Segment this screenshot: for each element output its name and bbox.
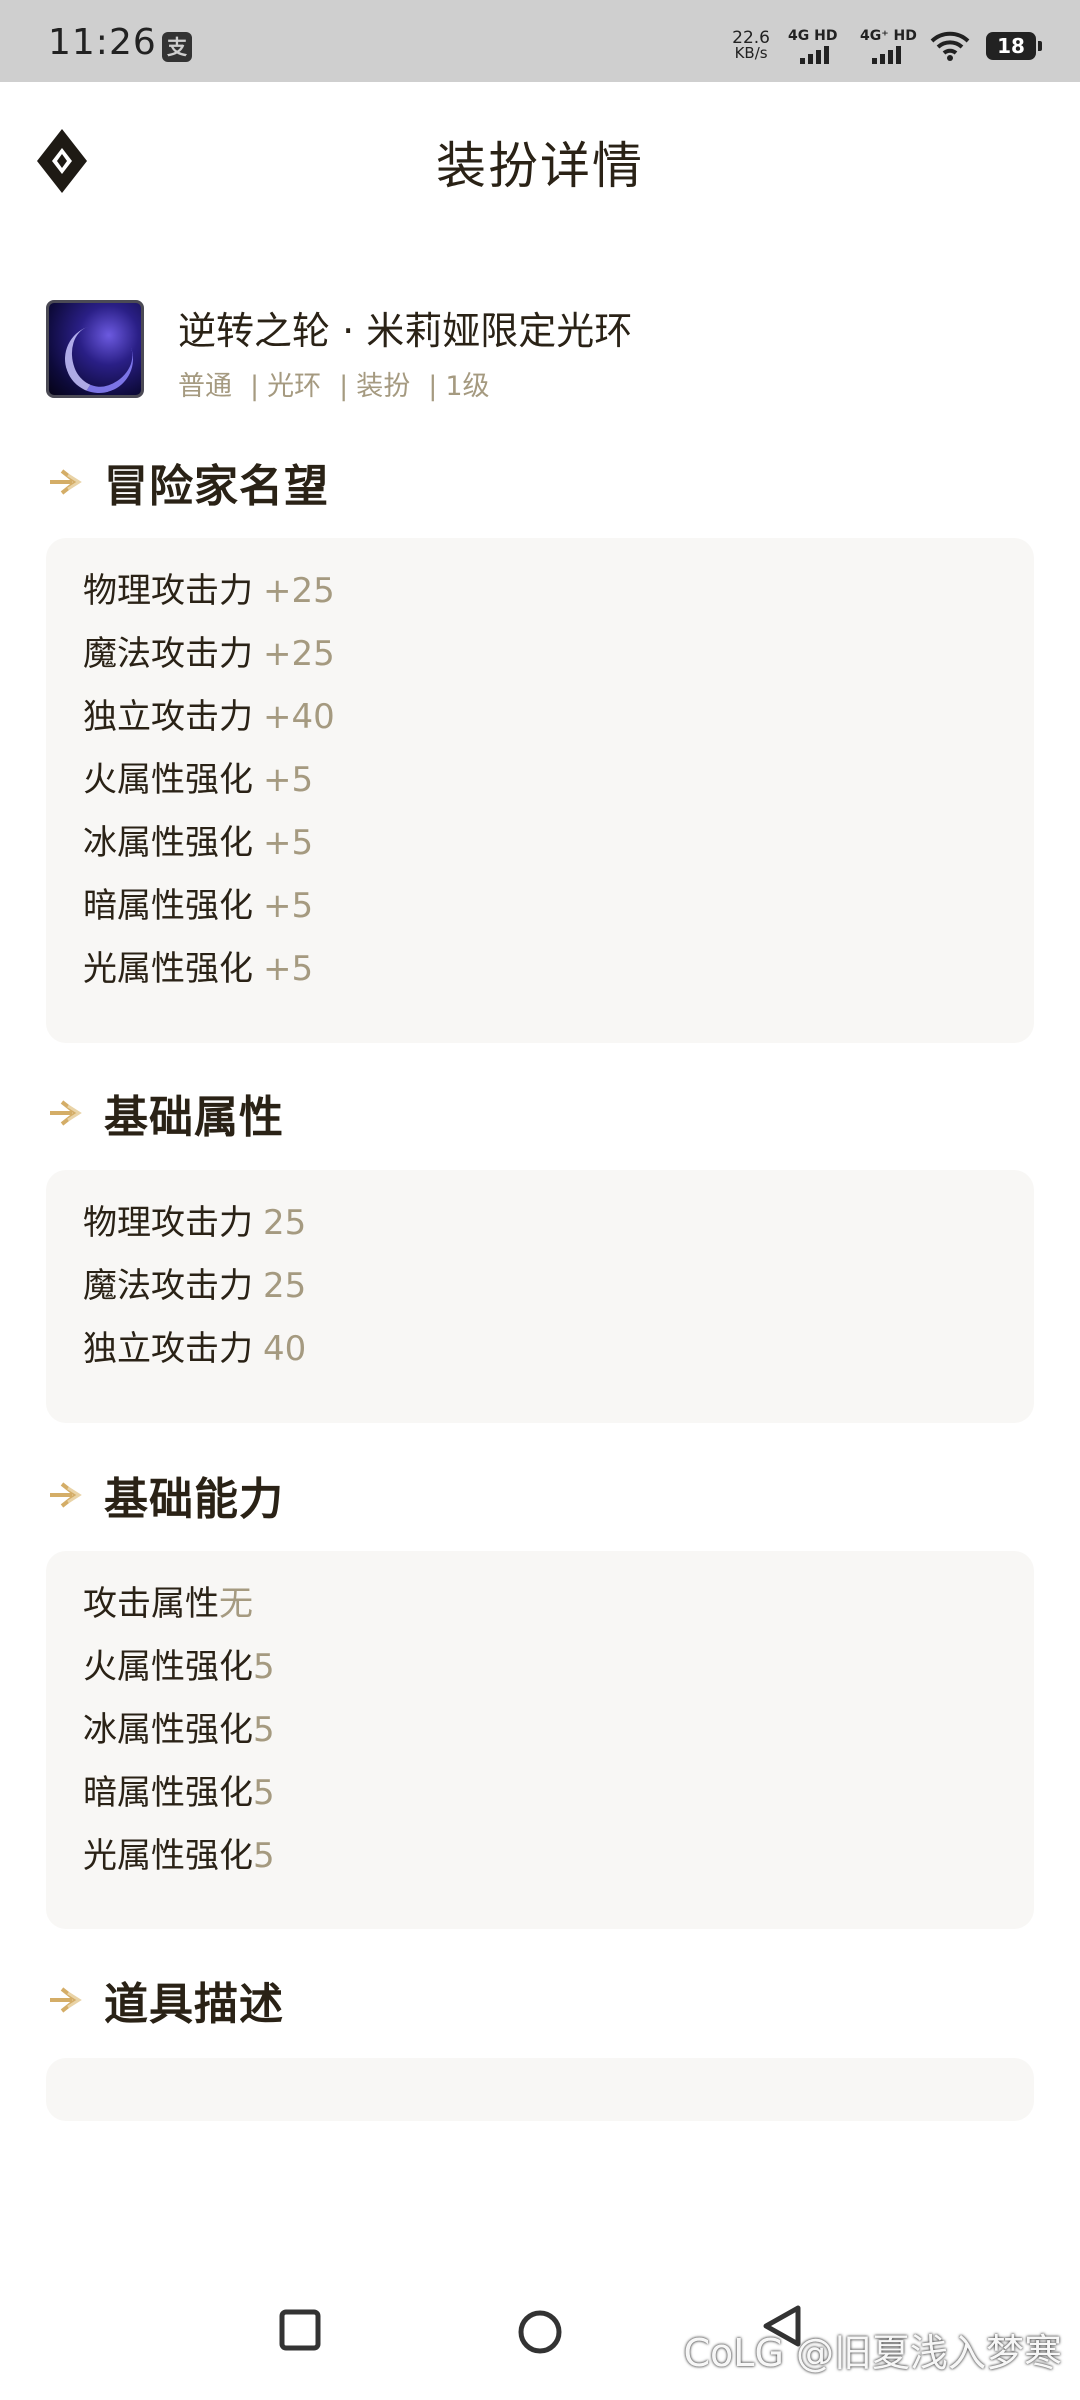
item-header: 逆转之轮 · 米莉娅限定光环 普通 光环 装扮 1级 bbox=[46, 300, 1036, 404]
item-tag-level: 1级 bbox=[410, 364, 489, 403]
stat-value: 5 bbox=[253, 1710, 275, 1750]
arrow-right-icon bbox=[50, 1100, 82, 1126]
stat-row: 火属性强化5 bbox=[83, 1636, 997, 1699]
stat-value: 40 bbox=[263, 1329, 307, 1369]
sim2-label: 4G⁺ HD bbox=[860, 28, 917, 44]
stat-value: +25 bbox=[263, 571, 335, 611]
stat-row: 暗属性强化 +5 bbox=[83, 875, 997, 938]
section-title: 冒险家名望 bbox=[104, 461, 329, 512]
status-indicators: 22.6 KB/s 4G HD 4G⁺ HD 18 bbox=[732, 26, 1042, 66]
arrow-right-icon bbox=[50, 1482, 82, 1508]
stat-name: 独立攻击力 bbox=[83, 1329, 253, 1369]
section-header-adventurer-fame: 冒险家名望 bbox=[46, 452, 329, 512]
watermark: CoLG @旧夏浅入梦寒 bbox=[683, 2331, 1062, 2375]
stat-row: 光属性强化 +5 bbox=[83, 938, 997, 1001]
stat-row: 魔法攻击力 +25 bbox=[83, 623, 997, 686]
item-tag-rarity: 普通 bbox=[178, 371, 232, 402]
stats-card-base-attributes: 物理攻击力 25 魔法攻击力 25 独立攻击力 40 bbox=[46, 1170, 1034, 1423]
stat-name: 物理攻击力 bbox=[83, 571, 253, 611]
item-thumbnail-image bbox=[46, 300, 144, 398]
stat-row: 火属性强化 +5 bbox=[83, 749, 997, 812]
section-header-base-abilities: 基础能力 bbox=[46, 1465, 284, 1525]
item-tags: 普通 光环 装扮 1级 bbox=[178, 364, 490, 403]
stat-value: +40 bbox=[263, 697, 335, 737]
stat-name: 冰属性强化 bbox=[83, 823, 253, 863]
section-title: 基础能力 bbox=[104, 1474, 284, 1525]
item-tag-type: 光环 bbox=[232, 364, 321, 403]
stat-value: 5 bbox=[253, 1836, 275, 1876]
stat-name: 冰属性强化 bbox=[83, 1710, 253, 1750]
status-bar: 11:26 支 22.6 KB/s 4G HD 4G⁺ HD 18 bbox=[0, 0, 1080, 82]
stat-row: 暗属性强化5 bbox=[83, 1762, 997, 1825]
wifi-icon bbox=[930, 31, 970, 61]
stat-name: 独立攻击力 bbox=[83, 697, 253, 737]
battery-level: 18 bbox=[997, 34, 1025, 58]
stat-name: 火属性强化 bbox=[83, 760, 253, 800]
battery-icon: 18 bbox=[986, 32, 1042, 60]
section-title: 道具描述 bbox=[104, 1979, 284, 2030]
stat-row: 魔法攻击力 25 bbox=[83, 1255, 997, 1318]
section-header-item-description: 道具描述 bbox=[46, 1970, 284, 2030]
status-time: 11:26 bbox=[48, 22, 157, 63]
alipay-notification-icon: 支 bbox=[162, 32, 192, 62]
stat-row: 光属性强化5 bbox=[83, 1825, 997, 1888]
app-header: 装扮详情 bbox=[0, 82, 1080, 232]
stat-row: 独立攻击力 +40 bbox=[83, 686, 997, 749]
stat-value: +5 bbox=[263, 823, 314, 863]
recent-apps-square-icon[interactable] bbox=[278, 2308, 322, 2352]
arrow-right-icon bbox=[50, 469, 82, 495]
stat-row: 独立攻击力 40 bbox=[83, 1318, 997, 1381]
stat-name: 暗属性强化 bbox=[83, 1773, 253, 1813]
item-name: 逆转之轮 · 米莉娅限定光环 bbox=[178, 309, 633, 353]
item-tag-category: 装扮 bbox=[321, 364, 410, 403]
stat-name: 魔法攻击力 bbox=[83, 1266, 253, 1306]
stat-row: 物理攻击力 +25 bbox=[83, 560, 997, 623]
stat-name: 暗属性强化 bbox=[83, 886, 253, 926]
home-circle-icon[interactable] bbox=[516, 2308, 564, 2356]
stat-name: 魔法攻击力 bbox=[83, 634, 253, 674]
stat-name: 火属性强化 bbox=[83, 1647, 253, 1687]
section-header-base-attributes: 基础属性 bbox=[46, 1083, 284, 1143]
network-speed-unit: KB/s bbox=[734, 44, 768, 62]
stat-value: +25 bbox=[263, 634, 335, 674]
network-speed: 22.6 KB/s bbox=[732, 30, 770, 62]
sim2-signal-icon: 4G⁺ HD bbox=[858, 28, 917, 64]
stat-row: 冰属性强化 +5 bbox=[83, 812, 997, 875]
stat-value: +5 bbox=[263, 760, 314, 800]
sim1-signal-icon: 4G HD bbox=[786, 28, 842, 64]
stat-value: 5 bbox=[253, 1773, 275, 1813]
stat-value: 25 bbox=[263, 1266, 307, 1306]
stat-value: +5 bbox=[263, 886, 314, 926]
stat-name: 光属性强化 bbox=[83, 949, 253, 989]
stat-name: 光属性强化 bbox=[83, 1836, 253, 1876]
stats-card-adventurer-fame: 物理攻击力 +25 魔法攻击力 +25 独立攻击力 +40 火属性强化 +5 冰属性强化… bbox=[46, 538, 1034, 1043]
page-title: 装扮详情 bbox=[436, 137, 644, 195]
section-title: 基础属性 bbox=[104, 1092, 284, 1143]
stat-value: +5 bbox=[263, 949, 314, 989]
arrow-right-icon bbox=[50, 1987, 82, 2013]
stat-value: 无 bbox=[219, 1584, 253, 1624]
stat-name: 攻击属性 bbox=[83, 1584, 219, 1624]
stat-value: 5 bbox=[253, 1647, 275, 1687]
item-description-card bbox=[46, 2058, 1034, 2121]
stat-row: 冰属性强化5 bbox=[83, 1699, 997, 1762]
stat-name: 物理攻击力 bbox=[83, 1203, 253, 1243]
stat-row: 物理攻击力 25 bbox=[83, 1192, 997, 1255]
sim1-label: 4G HD bbox=[788, 28, 838, 44]
stat-row: 攻击属性无 bbox=[83, 1573, 997, 1636]
stats-card-base-abilities: 攻击属性无 火属性强化5 冰属性强化5 暗属性强化5 光属性强化5 bbox=[46, 1551, 1034, 1929]
stat-value: 25 bbox=[263, 1203, 307, 1243]
